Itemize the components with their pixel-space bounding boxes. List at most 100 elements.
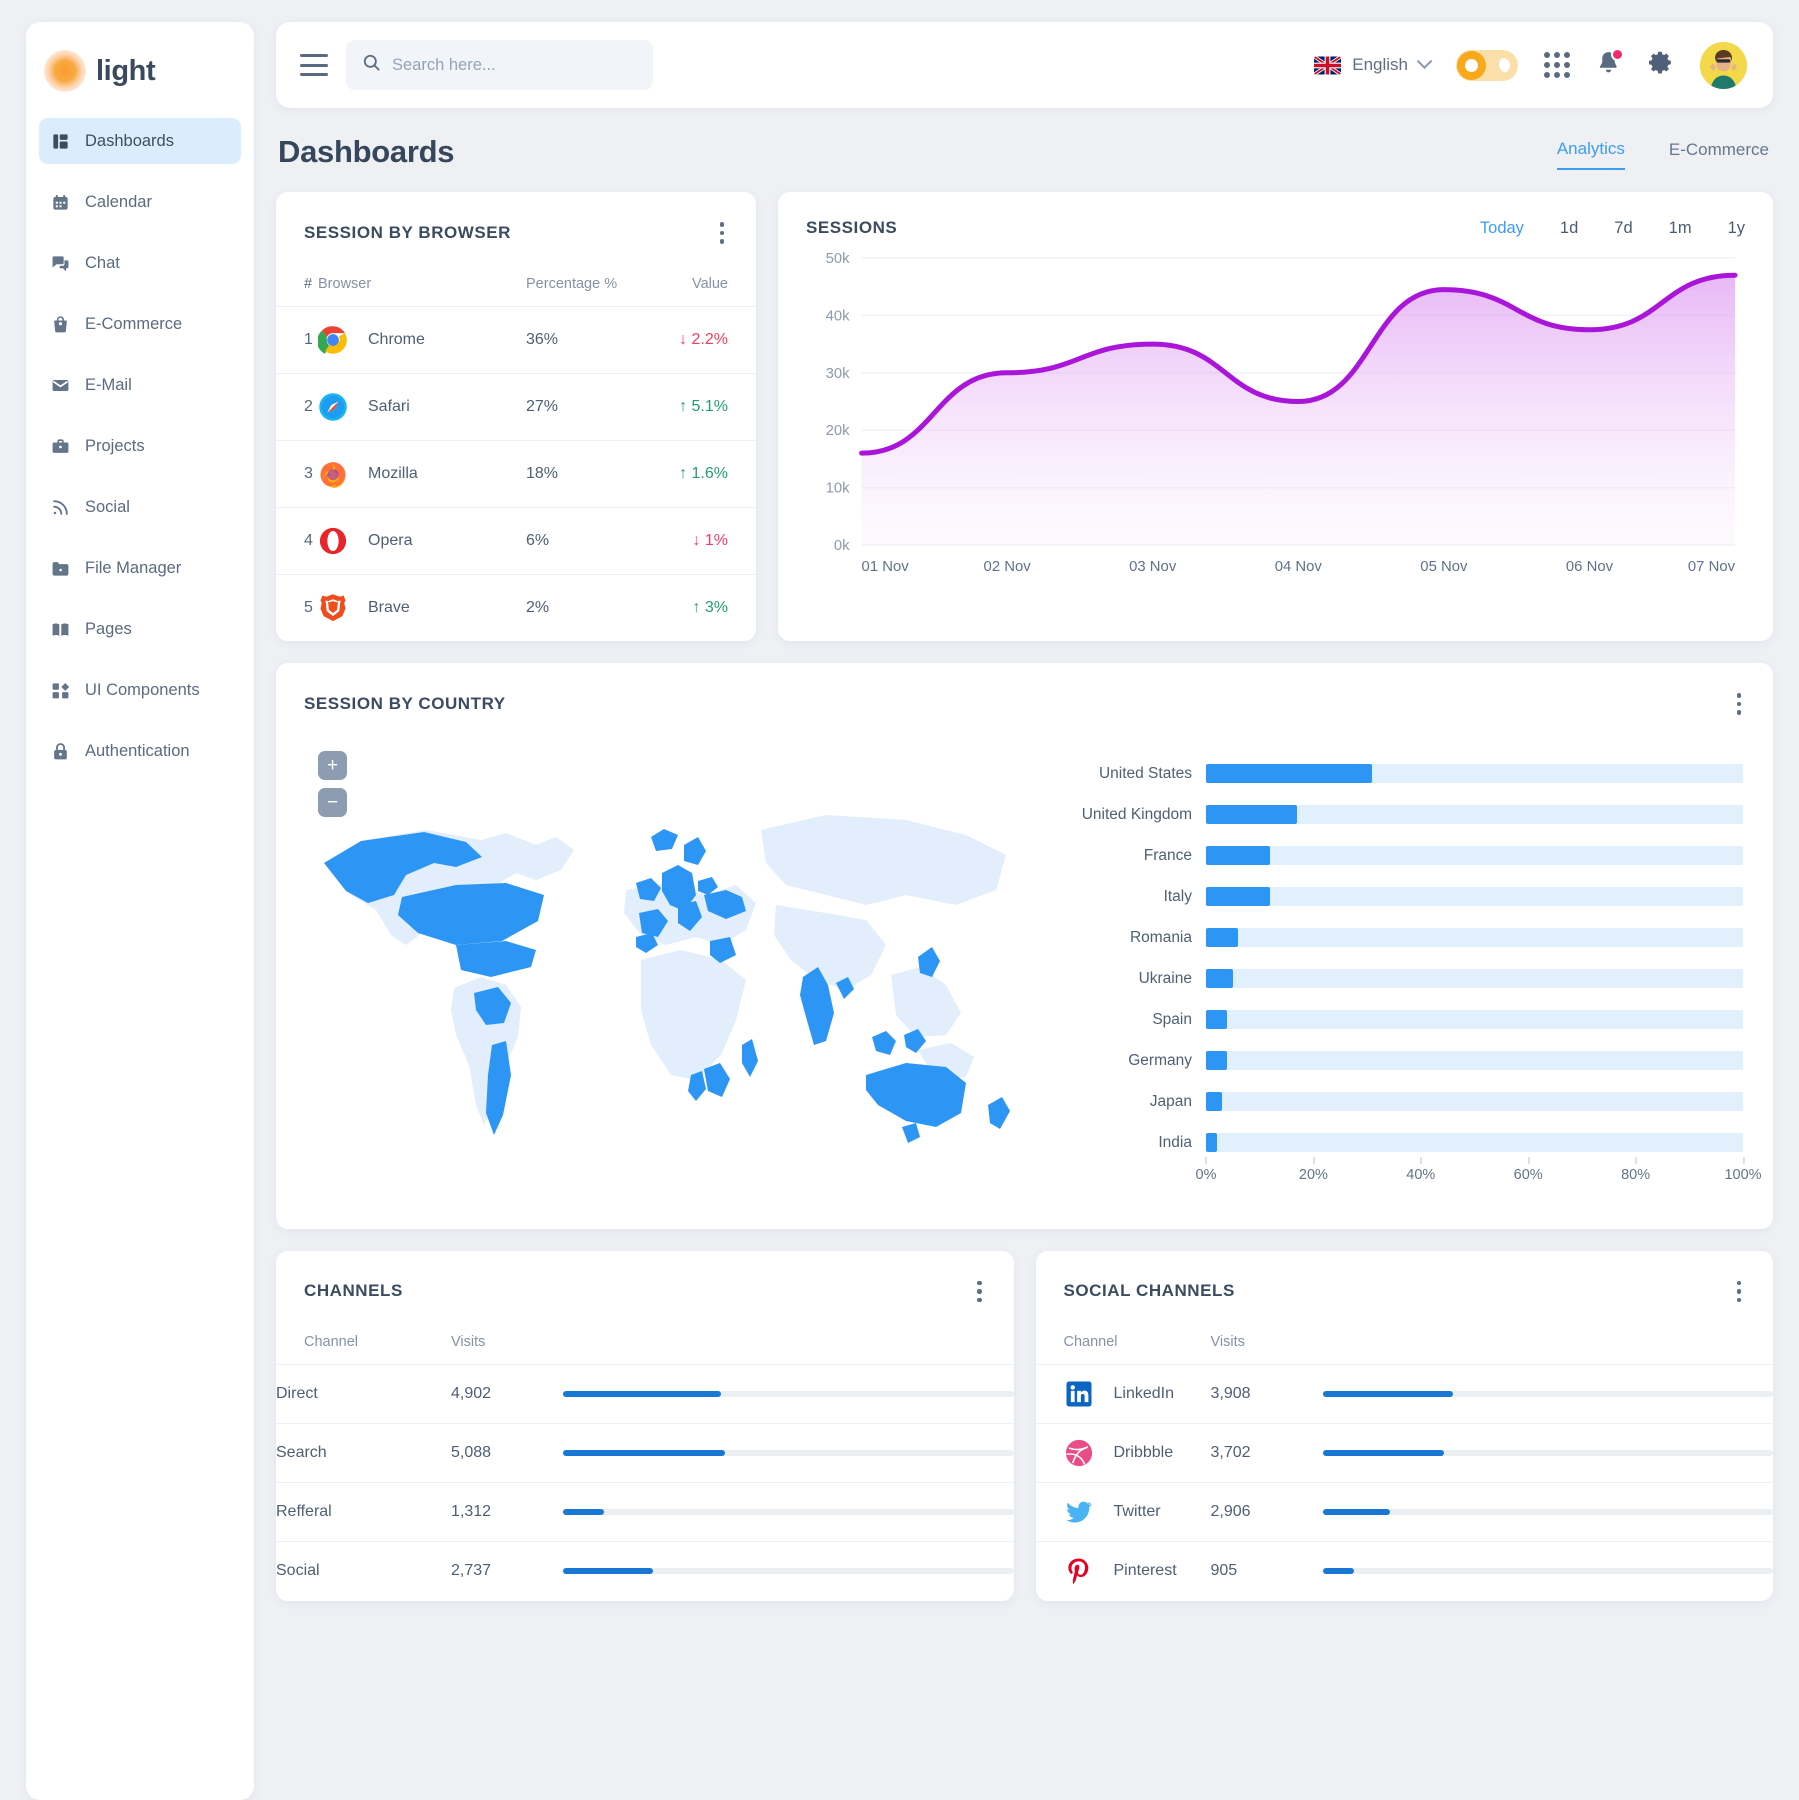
sidebar-item-label: Pages [85, 619, 132, 638]
sidebar-item-e-mail[interactable]: E-Mail [39, 362, 241, 408]
card-header: SOCIAL CHANNELS [1036, 1251, 1774, 1307]
country-x-axis: 0% 20% 40% 60% 80% 100% [1196, 1156, 1762, 1203]
country-bar-fill [1206, 846, 1271, 865]
world-map-svg [324, 814, 1010, 1143]
apps-grid-icon[interactable] [1544, 52, 1570, 78]
search-box[interactable] [346, 40, 653, 90]
range-1y[interactable]: 1y [1728, 219, 1745, 238]
avatar[interactable] [1700, 41, 1747, 89]
sidebar-item-pages[interactable]: Pages [39, 606, 241, 652]
table-header-row: Channel Visits [276, 1328, 1014, 1365]
sidebar-item-label: Dashboards [85, 131, 174, 150]
topbar: English [276, 22, 1773, 108]
sidebar-item-authentication[interactable]: Authentication [39, 728, 241, 774]
country-bar-row: India [1046, 1126, 1743, 1160]
sidebar-item-social[interactable]: Social [39, 484, 241, 530]
channel-name: LinkedIn [1113, 1385, 1175, 1402]
range-7d[interactable]: 7d [1614, 219, 1632, 238]
tab-e-commerce[interactable]: E-Commerce [1669, 140, 1769, 169]
sidebar-item-e-commerce[interactable]: E-Commerce [39, 301, 241, 347]
channel-visits: 2,906 [1210, 1482, 1323, 1542]
card-header: SESSION BY BROWSER [276, 192, 756, 248]
card-header: SESSIONS Today 1d 7d 1m 1y [778, 192, 1773, 238]
range-today[interactable]: Today [1480, 219, 1524, 238]
col-browser: Browser [318, 275, 372, 292]
table-row[interactable]: Direct 4,902 [276, 1364, 1014, 1424]
sun-burst-logo-icon [44, 50, 86, 92]
sessions-card: SESSIONS Today 1d 7d 1m 1y 0k 10k 20k 30k 40… [778, 192, 1773, 641]
table-row[interactable]: Search 5,088 [276, 1423, 1014, 1483]
sidebar-item-label: UI Components [85, 680, 200, 699]
country-bar-track [1206, 887, 1743, 906]
country-label: Spain [1152, 1010, 1192, 1028]
country-label: Germany [1128, 1051, 1192, 1069]
country-bar-fill [1206, 1092, 1223, 1111]
brand[interactable]: light [26, 22, 254, 118]
country-label: Romania [1129, 928, 1192, 946]
table-row[interactable]: 5 Brave 2% ↑ 3% [276, 573, 756, 641]
zoom-in-button[interactable]: + [318, 750, 347, 780]
kebab-menu-icon[interactable] [716, 218, 729, 248]
kebab-menu-icon[interactable] [1733, 689, 1746, 719]
sessions-chart: 0k 10k 20k 30k 40k 50k 01 Nov 02 Nov 03 Nov 04 No… [778, 238, 1773, 612]
table-row[interactable]: Twitter 2,906 [1035, 1482, 1773, 1542]
browser-percentage: 18% [526, 439, 646, 507]
notifications-button[interactable] [1596, 48, 1624, 80]
progress-bar [563, 1568, 1014, 1575]
components-icon [51, 681, 70, 700]
session-by-browser-card: SESSION BY BROWSER # Browser Percentage … [276, 192, 756, 641]
sidebar-item-calendar[interactable]: Calendar [39, 179, 241, 225]
twitter-icon [1064, 1497, 1094, 1527]
sidebar-item-ui-components[interactable]: UI Components [39, 667, 241, 713]
country-bar-track [1206, 764, 1743, 783]
svg-text:07 Nov: 07 Nov [1688, 558, 1736, 575]
range-1m[interactable]: 1m [1669, 219, 1692, 238]
table-row[interactable]: Social 2,737 [276, 1541, 1014, 1601]
sidebar-item-dashboards[interactable]: Dashboards [39, 118, 241, 164]
range-1d[interactable]: 1d [1560, 219, 1578, 238]
search-input[interactable] [392, 55, 637, 75]
theme-toggle[interactable] [1456, 49, 1518, 81]
table-row[interactable]: 3 Mozilla 18% ↑ 1.6% [276, 439, 756, 507]
table-row[interactable]: 1 Chrome 36% ↓ 2.2% [276, 305, 756, 373]
sidebar-item-label: E-Commerce [85, 314, 183, 333]
table-row[interactable]: 4 Opera 6% ↓ 1% [276, 506, 756, 574]
sidebar-item-label: Authentication [85, 741, 190, 760]
table-row[interactable]: Refferal 1,312 [276, 1482, 1014, 1542]
svg-text:50k: 50k [826, 250, 851, 267]
channel-visits: 3,702 [1210, 1423, 1323, 1483]
safari-icon [318, 392, 348, 422]
sidebar-item-chat[interactable]: Chat [39, 240, 241, 286]
svg-text:06 Nov: 06 Nov [1566, 558, 1614, 575]
page-title: Dashboards [278, 134, 455, 169]
tab-analytics[interactable]: Analytics [1556, 139, 1625, 170]
lock-icon [51, 742, 70, 761]
table-row[interactable]: 2 Safari 27% ↑ 5.1% [276, 372, 756, 440]
world-map[interactable]: + − [306, 745, 1036, 1175]
table-row[interactable]: Dribbble 3,702 [1035, 1423, 1773, 1483]
table-header-row: Channel Visits [1036, 1328, 1774, 1365]
hamburger-icon[interactable] [300, 54, 328, 76]
kebab-menu-icon[interactable] [1733, 1277, 1746, 1307]
sidebar-item-label: Projects [85, 436, 145, 455]
table-row[interactable]: LinkedIn 3,908 [1035, 1364, 1773, 1424]
country-bar-row: Ukraine [1046, 962, 1743, 996]
country-bar-fill [1206, 805, 1298, 824]
country-label: Ukraine [1138, 969, 1192, 987]
channel-visits: 2,737 [451, 1541, 563, 1601]
browser-percentage: 2% [526, 573, 646, 641]
gear-icon[interactable] [1647, 49, 1674, 81]
status-badge: ↑ 5.1% [679, 397, 728, 415]
zoom-out-button[interactable]: − [318, 787, 347, 817]
page-tabs: Analytics E-Commerce [1556, 139, 1769, 170]
country-bar-fill [1206, 764, 1373, 783]
channels-table: Channel Visits Direct 4,902 Search 5,088 Ref… [276, 1328, 1014, 1601]
country-bar-track [1206, 805, 1743, 824]
language-selector[interactable]: English [1314, 52, 1433, 75]
sidebar-item-file-manager[interactable]: File Manager [39, 545, 241, 591]
kebab-menu-icon[interactable] [973, 1277, 986, 1307]
table-row[interactable]: Pinterest 905 [1035, 1541, 1773, 1601]
sidebar-item-projects[interactable]: Projects [39, 423, 241, 469]
channel-visits: 3,908 [1210, 1364, 1323, 1424]
progress-bar [1322, 1450, 1773, 1456]
